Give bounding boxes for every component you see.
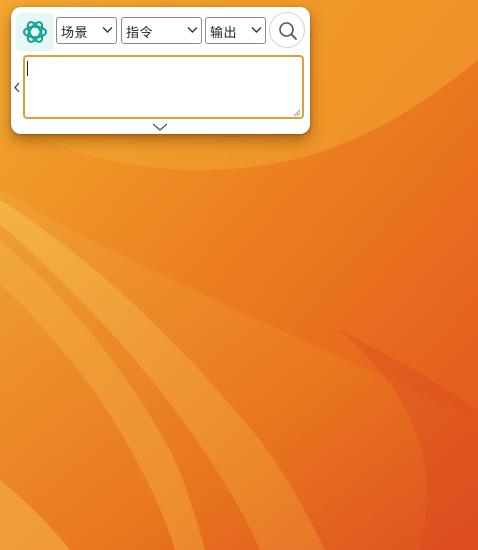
scene-select[interactable]: 场景: [56, 17, 117, 44]
output-select[interactable]: 输出: [205, 17, 266, 44]
resize-grip-icon[interactable]: [293, 109, 301, 117]
output-select-value: 输出: [210, 26, 238, 41]
chatgpt-logo-icon: [23, 21, 47, 43]
scene-select-value: 场景: [61, 26, 89, 41]
search-button[interactable]: [269, 12, 305, 48]
search-icon: [279, 22, 297, 40]
text-caret: [27, 61, 28, 76]
chevron-down-icon: [102, 27, 113, 33]
command-select-value: 指令: [126, 26, 154, 41]
assistant-panel: 场景 指令 输出: [11, 7, 310, 134]
app-logo[interactable]: [16, 13, 54, 51]
chevron-down-icon: [187, 27, 198, 33]
chevron-left-icon[interactable]: [13, 82, 21, 93]
prompt-textarea[interactable]: [23, 55, 304, 119]
command-select[interactable]: 指令: [121, 17, 202, 44]
chevron-down-icon[interactable]: [151, 122, 169, 132]
chevron-down-icon: [251, 27, 262, 33]
